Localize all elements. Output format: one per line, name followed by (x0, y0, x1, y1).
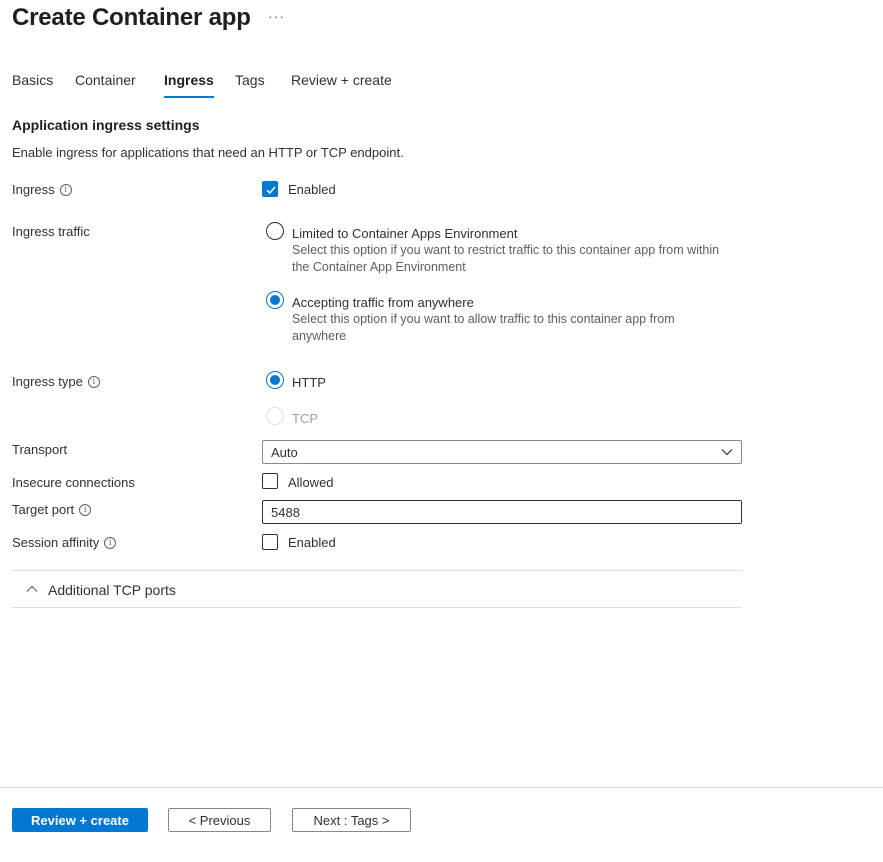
additional-tcp-ports-label: Additional TCP ports (48, 582, 176, 598)
footer-divider (0, 787, 883, 788)
section-title: Application ingress settings (12, 117, 200, 133)
insecure-connections-label: Insecure connections (12, 475, 135, 490)
divider (12, 607, 742, 608)
review-create-button[interactable]: Review + create (12, 808, 148, 832)
radio-limited-to-environment[interactable] (266, 222, 284, 240)
option-limited-label: Limited to Container Apps Environment (292, 226, 518, 241)
radio-accepting-from-anywhere[interactable] (266, 291, 284, 309)
section-description: Enable ingress for applications that nee… (12, 145, 404, 160)
previous-button[interactable]: < Previous (168, 808, 271, 832)
ingress-type-label: Ingress type i (12, 374, 100, 389)
tab-container[interactable]: Container (75, 72, 136, 88)
page-title: Create Container app (12, 4, 251, 31)
checkmark-icon (266, 186, 276, 195)
tab-ingress[interactable]: Ingress (164, 72, 214, 98)
ingress-enabled-label: Enabled (288, 182, 336, 197)
info-icon[interactable]: i (87, 375, 100, 388)
insecure-connections-allowed-label: Allowed (288, 475, 334, 490)
transport-value: Auto (271, 445, 298, 460)
tab-basics[interactable]: Basics (12, 72, 53, 88)
session-affinity-enabled-label: Enabled (288, 535, 336, 550)
session-affinity-label-text: Session affinity (12, 535, 100, 550)
ingress-label-text: Ingress (12, 182, 55, 197)
option-anywhere-description: Select this option if you want to allow … (292, 312, 675, 343)
option-tcp-label: TCP (292, 411, 318, 426)
transport-label: Transport (12, 442, 68, 457)
more-icon[interactable]: ··· (268, 8, 285, 24)
target-port-input[interactable] (262, 500, 742, 524)
session-affinity-label: Session affinity i (12, 535, 117, 550)
additional-tcp-ports-accordion[interactable]: Additional TCP ports (12, 571, 742, 607)
radio-tcp (266, 407, 284, 425)
info-icon[interactable]: i (79, 503, 92, 516)
target-port-label: Target port i (12, 502, 92, 517)
tab-tags[interactable]: Tags (235, 72, 265, 88)
ingress-enabled-checkbox[interactable] (262, 181, 278, 197)
create-container-app-page: Create Container app ··· Basics Containe… (0, 0, 883, 862)
ingress-traffic-label: Ingress traffic (12, 224, 90, 239)
chevron-down-icon (721, 449, 733, 456)
info-icon[interactable]: i (59, 183, 72, 196)
transport-dropdown[interactable]: Auto (262, 440, 742, 464)
option-anywhere-label: Accepting traffic from anywhere (292, 295, 474, 310)
ingress-type-label-text: Ingress type (12, 374, 83, 389)
radio-http[interactable] (266, 371, 284, 389)
insecure-connections-checkbox[interactable] (262, 473, 278, 489)
info-icon[interactable]: i (104, 536, 117, 549)
option-http-label: HTTP (292, 375, 326, 390)
chevron-up-icon (26, 585, 38, 592)
target-port-label-text: Target port (12, 502, 75, 517)
option-limited-description: Select this option if you want to restri… (292, 243, 720, 274)
tab-review-create[interactable]: Review + create (291, 72, 392, 88)
ingress-label: Ingress i (12, 182, 72, 197)
next-tags-button[interactable]: Next : Tags > (292, 808, 411, 832)
session-affinity-checkbox[interactable] (262, 534, 278, 550)
